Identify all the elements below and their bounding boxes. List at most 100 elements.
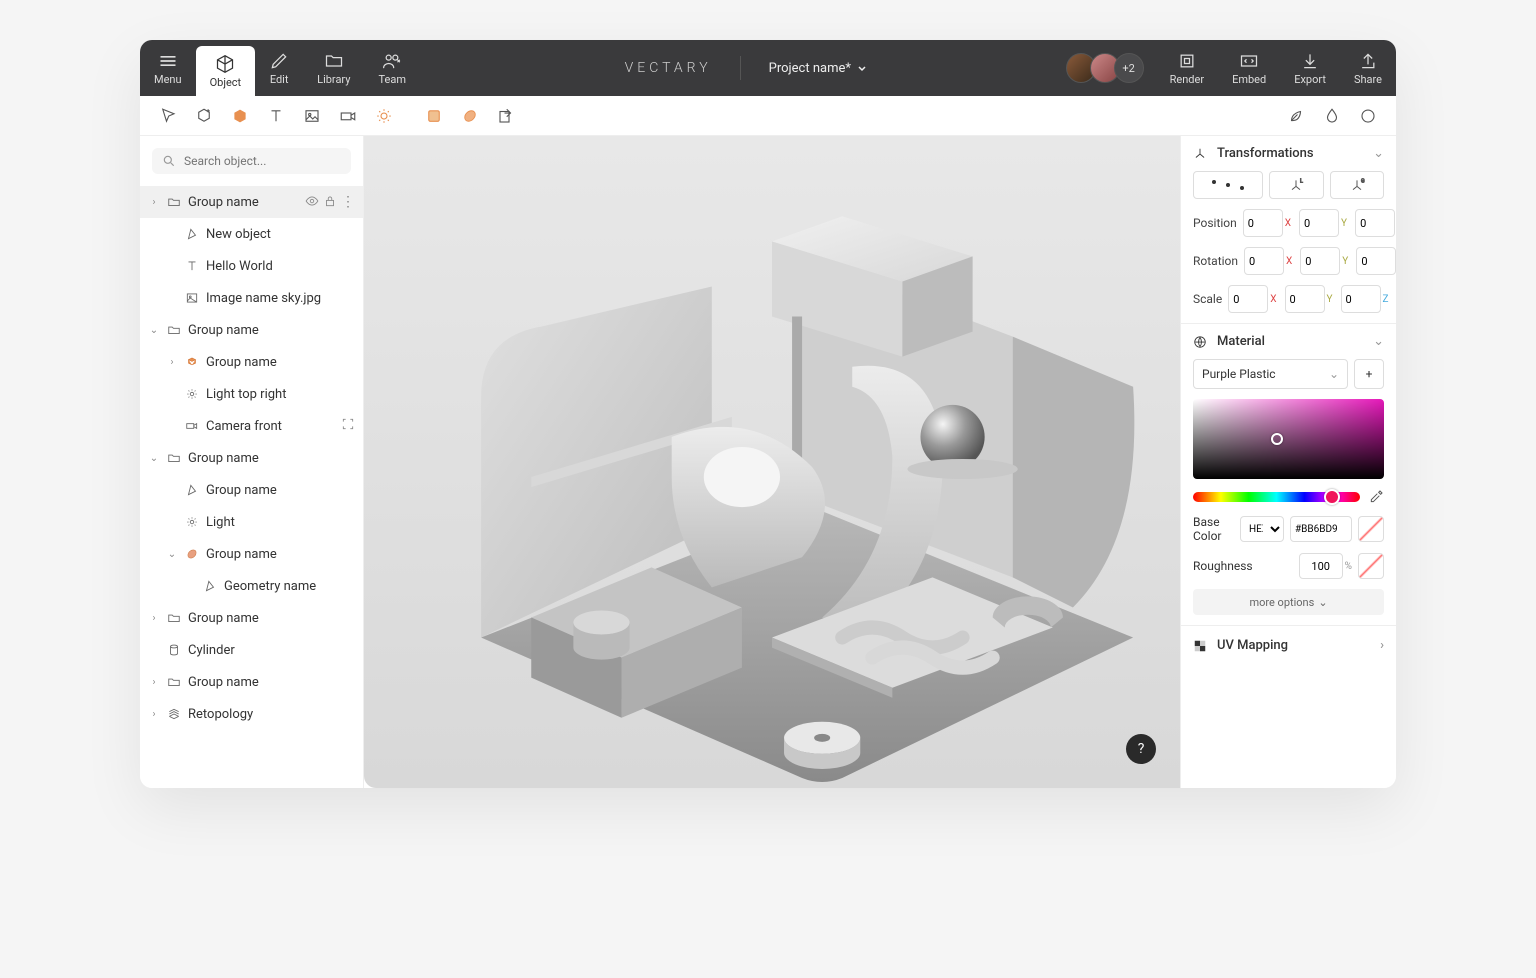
- global-space-button[interactable]: G: [1330, 171, 1384, 199]
- pivot-origin-button[interactable]: [1193, 171, 1263, 199]
- export-tool[interactable]: [488, 98, 524, 134]
- image-tool[interactable]: [294, 98, 330, 134]
- scene-tree: ›Group name⋮New objectHello WorldImage n…: [140, 186, 363, 788]
- folder-icon: [166, 610, 182, 626]
- topbar: Menu Object Edit Library Team VECTARY Pr…: [140, 40, 1396, 96]
- object-mode-button[interactable]: Object: [196, 46, 256, 96]
- color-picker-area[interactable]: [1193, 399, 1384, 479]
- more-icon[interactable]: ⋮: [341, 194, 355, 210]
- camera-icon: [184, 418, 200, 434]
- select-tool[interactable]: [150, 98, 186, 134]
- tree-item[interactable]: ›Retopology: [140, 698, 363, 730]
- tree-item[interactable]: ›Group name: [140, 666, 363, 698]
- tree-item[interactable]: ⌄Group name: [140, 538, 363, 570]
- help-button[interactable]: ?: [1126, 734, 1156, 764]
- render-button[interactable]: Render: [1156, 40, 1218, 96]
- tree-item-label: Group name: [206, 483, 355, 498]
- roughness-input[interactable]: [1299, 553, 1343, 579]
- paint-tool[interactable]: [452, 98, 488, 134]
- expand-chevron[interactable]: ›: [148, 613, 160, 624]
- viewport-3d[interactable]: ?: [364, 136, 1180, 788]
- view-wireframe-tool[interactable]: [1314, 98, 1350, 134]
- material-name: Purple Plastic: [1202, 367, 1276, 381]
- tree-item[interactable]: Light top right: [140, 378, 363, 410]
- team-button[interactable]: Team: [364, 40, 420, 96]
- eyedropper-icon[interactable]: [1368, 489, 1384, 505]
- rotation-x-input[interactable]: [1244, 247, 1284, 275]
- search-input-wrapper[interactable]: [152, 148, 351, 174]
- tree-item[interactable]: ›Group name: [140, 602, 363, 634]
- hamburger-icon: [158, 51, 178, 71]
- base-color-label: Base Color: [1193, 515, 1234, 543]
- tree-item-label: Geometry name: [224, 579, 355, 594]
- image-icon: [184, 290, 200, 306]
- expand-chevron[interactable]: ⌄: [148, 325, 160, 336]
- edit-mode-button[interactable]: Edit: [255, 40, 303, 96]
- uv-mapping-header[interactable]: UV Mapping ›: [1181, 626, 1396, 665]
- library-button[interactable]: Library: [303, 40, 364, 96]
- tree-item[interactable]: ⌄Group name: [140, 442, 363, 474]
- color-cursor[interactable]: [1271, 433, 1283, 445]
- add-object-tool[interactable]: [186, 98, 222, 134]
- hue-cursor[interactable]: [1324, 489, 1340, 505]
- project-name-dropdown[interactable]: Project name*: [769, 61, 867, 76]
- scale-x-input[interactable]: [1228, 285, 1268, 313]
- more-options-button[interactable]: more options ⌄: [1193, 589, 1384, 615]
- tree-item[interactable]: ⌄Group name: [140, 314, 363, 346]
- expand-chevron[interactable]: ›: [148, 677, 160, 688]
- share-icon: [1358, 51, 1378, 71]
- tree-item[interactable]: Light: [140, 506, 363, 538]
- camera-tool[interactable]: [330, 98, 366, 134]
- material-tool[interactable]: [416, 98, 452, 134]
- rotation-z-input[interactable]: [1356, 247, 1396, 275]
- color-swatch[interactable]: [1358, 516, 1384, 542]
- expand-chevron[interactable]: ⌄: [148, 453, 160, 464]
- eye-icon[interactable]: [305, 194, 319, 208]
- primitive-tool[interactable]: [222, 98, 258, 134]
- position-x-input[interactable]: [1243, 209, 1283, 237]
- material-dropdown[interactable]: Purple Plastic ⌄: [1193, 359, 1348, 389]
- tree-item[interactable]: New object: [140, 218, 363, 250]
- color-mode-select[interactable]: HEX: [1240, 516, 1284, 542]
- hue-slider[interactable]: [1193, 492, 1360, 502]
- material-header[interactable]: Material ⌄: [1193, 334, 1384, 349]
- tree-item-label: Image name sky.jpg: [206, 291, 355, 306]
- rotation-y-input[interactable]: [1300, 247, 1340, 275]
- tree-item[interactable]: Hello World: [140, 250, 363, 282]
- tree-item[interactable]: ›Group name: [140, 346, 363, 378]
- tree-item[interactable]: Geometry name: [140, 570, 363, 602]
- menu-button[interactable]: Menu: [140, 40, 196, 96]
- position-z-input[interactable]: [1355, 209, 1395, 237]
- more-users-button[interactable]: +2: [1114, 53, 1144, 83]
- roughness-swatch[interactable]: [1358, 553, 1384, 579]
- add-material-button[interactable]: +: [1354, 359, 1384, 389]
- scale-y-input[interactable]: [1285, 285, 1325, 313]
- expand-chevron[interactable]: ⌄: [166, 549, 178, 560]
- local-space-button[interactable]: L: [1269, 171, 1323, 199]
- expand-chevron[interactable]: ›: [166, 357, 178, 368]
- tree-item[interactable]: Camera front: [140, 410, 363, 442]
- circle-icon: [1359, 107, 1377, 125]
- text-tool[interactable]: [258, 98, 294, 134]
- position-y-input[interactable]: [1299, 209, 1339, 237]
- tree-item[interactable]: ›Group name⋮: [140, 186, 363, 218]
- tree-item[interactable]: Cylinder: [140, 634, 363, 666]
- lock-icon[interactable]: [323, 194, 337, 208]
- share-button[interactable]: Share: [1340, 40, 1396, 96]
- view-shading-tool[interactable]: [1278, 98, 1314, 134]
- tree-item[interactable]: Group name: [140, 474, 363, 506]
- transformations-header[interactable]: Transformations ⌄: [1193, 146, 1384, 161]
- expand-chevron[interactable]: ›: [148, 197, 160, 208]
- export-button[interactable]: Export: [1280, 40, 1340, 96]
- tree-item-label: Cylinder: [188, 643, 355, 658]
- light-tool[interactable]: [366, 98, 402, 134]
- tree-item[interactable]: Image name sky.jpg: [140, 282, 363, 314]
- hex-value-input[interactable]: [1290, 516, 1352, 542]
- search-input[interactable]: [184, 154, 341, 168]
- scale-z-input[interactable]: [1341, 285, 1381, 313]
- focus-icon[interactable]: [341, 417, 355, 435]
- expand-chevron[interactable]: ›: [148, 709, 160, 720]
- menu-label: Menu: [154, 73, 182, 86]
- view-settings-tool[interactable]: [1350, 98, 1386, 134]
- embed-button[interactable]: Embed: [1218, 40, 1280, 96]
